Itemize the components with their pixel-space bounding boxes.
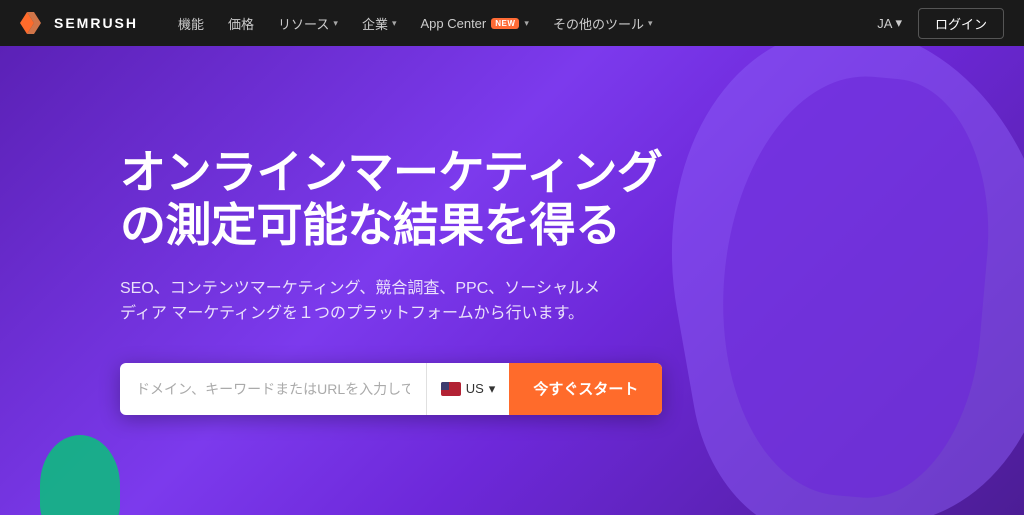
semrush-logo-icon xyxy=(20,12,48,34)
chevron-down-icon: ▾ xyxy=(489,381,496,397)
login-button[interactable]: ログイン xyxy=(918,8,1004,39)
hero-subtitle: SEO、コンテンツマーケティング、競合調査、PPC、ソーシャルメディア マーケテ… xyxy=(120,276,600,327)
hero-section: オンラインマーケティング の測定可能な結果を得る SEO、コンテンツマーケティン… xyxy=(0,46,1024,515)
chevron-down-icon: ▾ xyxy=(392,18,397,29)
chevron-down-icon: ▾ xyxy=(895,15,902,31)
hero-title-line1: オンラインマーケティング xyxy=(120,146,662,198)
logo[interactable]: SEMRUSH xyxy=(20,12,138,34)
country-label: US xyxy=(466,381,484,396)
nav-label-resources: リソース xyxy=(278,14,329,33)
nav-label-company: 企業 xyxy=(362,14,388,33)
nav-item-appcenter[interactable]: App Center NEW ▾ xyxy=(408,0,540,46)
hero-title-line2: の測定可能な結果を得る xyxy=(120,199,621,251)
language-label: JA xyxy=(877,16,892,31)
chevron-down-icon: ▾ xyxy=(524,18,529,29)
navbar: SEMRUSH 機能 価格 リソース ▾ 企業 ▾ App Center NEW… xyxy=(0,0,1024,46)
search-bar: US ▾ 今すぐスタート xyxy=(120,363,662,415)
nav-item-tools[interactable]: その他のツール ▾ xyxy=(541,0,665,46)
nav-label-tools: その他のツール xyxy=(553,14,644,33)
chevron-down-icon: ▾ xyxy=(333,18,338,29)
logo-text: SEMRUSH xyxy=(54,15,138,31)
hero-content: オンラインマーケティング の測定可能な結果を得る SEO、コンテンツマーケティン… xyxy=(120,146,662,415)
flag-icon xyxy=(441,382,461,396)
hero-title: オンラインマーケティング の測定可能な結果を得る xyxy=(120,146,662,252)
new-badge: NEW xyxy=(491,18,519,29)
country-selector[interactable]: US ▾ xyxy=(426,363,510,415)
nav-item-pricing[interactable]: 価格 xyxy=(216,0,266,46)
language-selector[interactable]: JA ▾ xyxy=(869,15,910,31)
nav-label-features: 機能 xyxy=(178,14,204,33)
nav-items: 機能 価格 リソース ▾ 企業 ▾ App Center NEW ▾ その他のツ… xyxy=(166,0,869,46)
nav-item-features[interactable]: 機能 xyxy=(166,0,216,46)
nav-right: JA ▾ ログイン xyxy=(869,8,1004,39)
cta-button[interactable]: 今すぐスタート xyxy=(509,363,662,415)
nav-item-resources[interactable]: リソース ▾ xyxy=(266,0,350,46)
nav-label-pricing: 価格 xyxy=(228,14,254,33)
nav-item-company[interactable]: 企業 ▾ xyxy=(350,0,409,46)
chevron-down-icon: ▾ xyxy=(648,18,653,29)
teal-decoration xyxy=(40,435,120,515)
search-input[interactable] xyxy=(120,363,426,415)
nav-label-appcenter: App Center xyxy=(420,16,486,31)
